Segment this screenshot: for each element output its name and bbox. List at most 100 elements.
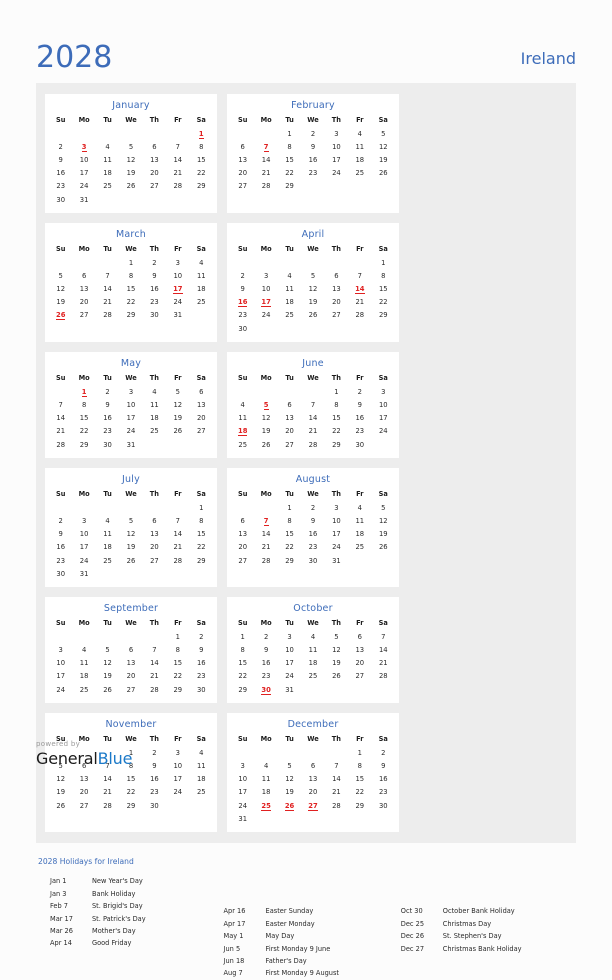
day-cell[interactable]: 29 [72,438,95,451]
day-cell[interactable]: 4 [143,385,166,398]
day-cell[interactable]: 10 [325,514,348,527]
day-cell[interactable]: 13 [143,528,166,541]
day-cell[interactable]: 25 [96,180,119,193]
day-cell[interactable]: 7 [143,644,166,657]
holiday-day-cell[interactable]: 16 [231,296,254,309]
day-cell[interactable]: 2 [96,385,119,398]
day-cell[interactable]: 4 [190,256,213,269]
day-cell[interactable]: 25 [72,683,95,696]
day-cell[interactable]: 28 [96,799,119,812]
day-cell[interactable]: 9 [49,528,72,541]
day-cell[interactable]: 2 [143,256,166,269]
day-cell[interactable]: 3 [254,269,277,282]
day-cell[interactable]: 19 [119,541,142,554]
day-cell[interactable]: 31 [231,812,254,825]
day-cell[interactable]: 26 [119,180,142,193]
day-cell[interactable]: 10 [325,140,348,153]
day-cell[interactable]: 9 [143,759,166,772]
day-cell[interactable]: 16 [143,773,166,786]
day-cell[interactable]: 19 [96,670,119,683]
day-cell[interactable]: 8 [72,398,95,411]
day-cell[interactable]: 21 [254,541,277,554]
day-cell[interactable]: 11 [190,269,213,282]
day-cell[interactable]: 11 [96,528,119,541]
day-cell[interactable]: 13 [325,283,348,296]
day-cell[interactable]: 20 [72,786,95,799]
day-cell[interactable]: 30 [143,799,166,812]
day-cell[interactable]: 17 [325,528,348,541]
day-cell[interactable]: 25 [231,438,254,451]
day-cell[interactable]: 6 [348,630,371,643]
day-cell[interactable]: 10 [119,398,142,411]
day-cell[interactable]: 7 [348,269,371,282]
day-cell[interactable]: 30 [372,799,395,812]
holiday-day-cell[interactable]: 14 [348,283,371,296]
day-cell[interactable]: 15 [190,153,213,166]
day-cell[interactable]: 27 [278,438,301,451]
day-cell[interactable]: 6 [143,514,166,527]
day-cell[interactable]: 9 [301,514,324,527]
holiday-day-cell[interactable]: 3 [72,140,95,153]
day-cell[interactable]: 13 [143,153,166,166]
day-cell[interactable]: 11 [96,153,119,166]
day-cell[interactable]: 17 [72,167,95,180]
day-cell[interactable]: 21 [96,296,119,309]
day-cell[interactable]: 31 [72,193,95,206]
day-cell[interactable]: 21 [166,541,189,554]
day-cell[interactable]: 12 [278,773,301,786]
day-cell[interactable]: 31 [119,438,142,451]
day-cell[interactable]: 4 [254,759,277,772]
day-cell[interactable]: 14 [166,528,189,541]
day-cell[interactable]: 9 [301,140,324,153]
day-cell[interactable]: 25 [348,541,371,554]
day-cell[interactable]: 26 [49,799,72,812]
day-cell[interactable]: 4 [231,398,254,411]
day-cell[interactable]: 15 [119,283,142,296]
day-cell[interactable]: 26 [372,541,395,554]
day-cell[interactable]: 22 [166,670,189,683]
day-cell[interactable]: 1 [166,630,189,643]
day-cell[interactable]: 9 [143,269,166,282]
day-cell[interactable]: 10 [254,283,277,296]
day-cell[interactable]: 5 [372,501,395,514]
day-cell[interactable]: 18 [301,657,324,670]
day-cell[interactable]: 18 [190,283,213,296]
day-cell[interactable]: 19 [372,528,395,541]
day-cell[interactable]: 22 [119,296,142,309]
holiday-day-cell[interactable]: 18 [231,425,254,438]
day-cell[interactable]: 5 [119,140,142,153]
day-cell[interactable]: 16 [254,657,277,670]
day-cell[interactable]: 24 [72,554,95,567]
day-cell[interactable]: 6 [190,385,213,398]
day-cell[interactable]: 13 [348,644,371,657]
day-cell[interactable]: 3 [325,501,348,514]
day-cell[interactable]: 11 [348,514,371,527]
day-cell[interactable]: 10 [72,528,95,541]
day-cell[interactable]: 16 [301,528,324,541]
day-cell[interactable]: 17 [231,786,254,799]
day-cell[interactable]: 28 [301,438,324,451]
holiday-day-cell[interactable]: 26 [278,799,301,812]
day-cell[interactable]: 26 [166,425,189,438]
day-cell[interactable]: 2 [254,630,277,643]
day-cell[interactable]: 24 [325,541,348,554]
day-cell[interactable]: 4 [190,746,213,759]
day-cell[interactable]: 12 [301,283,324,296]
day-cell[interactable]: 28 [348,309,371,322]
day-cell[interactable]: 24 [72,180,95,193]
day-cell[interactable]: 21 [348,296,371,309]
day-cell[interactable]: 17 [119,412,142,425]
day-cell[interactable]: 9 [190,644,213,657]
day-cell[interactable]: 3 [278,630,301,643]
day-cell[interactable]: 8 [278,514,301,527]
day-cell[interactable]: 19 [49,296,72,309]
day-cell[interactable]: 3 [166,256,189,269]
day-cell[interactable]: 27 [72,799,95,812]
day-cell[interactable]: 5 [49,269,72,282]
day-cell[interactable]: 14 [49,412,72,425]
day-cell[interactable]: 25 [143,425,166,438]
day-cell[interactable]: 23 [49,180,72,193]
day-cell[interactable]: 29 [278,554,301,567]
day-cell[interactable]: 14 [166,153,189,166]
day-cell[interactable]: 15 [278,528,301,541]
